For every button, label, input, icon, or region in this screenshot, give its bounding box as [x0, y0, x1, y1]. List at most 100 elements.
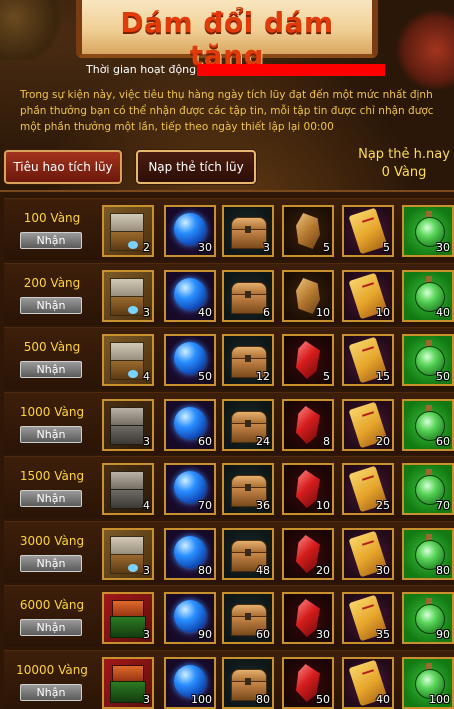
- reward-item-slot[interactable]: 3: [102, 399, 154, 451]
- reward-item-slot[interactable]: 25: [342, 463, 394, 515]
- reward-items: 4 50 12 5 15 50: [102, 334, 454, 386]
- claim-button[interactable]: Nhận: [20, 297, 82, 314]
- claim-button[interactable]: Nhận: [20, 490, 82, 507]
- reward-threshold: 3000 Vàng: [19, 534, 85, 548]
- reward-threshold: 1500 Vàng: [19, 469, 85, 483]
- reward-item-slot[interactable]: 50: [402, 334, 454, 386]
- item-count: 90: [198, 628, 212, 641]
- item-count: 8: [323, 435, 330, 448]
- item-count: 15: [376, 370, 390, 383]
- reward-items: 3 100 80 50 40 100: [102, 657, 454, 709]
- item-count: 10: [316, 306, 330, 319]
- reward-item-slot[interactable]: 40: [164, 270, 216, 322]
- reward-item-slot[interactable]: 40: [402, 270, 454, 322]
- item-count: 4: [143, 370, 150, 383]
- reward-item-slot[interactable]: 100: [402, 657, 454, 709]
- reward-row: 10000 Vàng Nhận 3 100 80 50 40 100: [4, 650, 454, 709]
- reward-item-slot[interactable]: 8: [282, 399, 334, 451]
- item-count: 50: [198, 370, 212, 383]
- claim-button[interactable]: Nhận: [20, 361, 82, 378]
- reward-threshold: 500 Vàng: [23, 340, 81, 354]
- reward-item-slot[interactable]: 48: [222, 528, 274, 580]
- item-count: 40: [198, 306, 212, 319]
- reward-item-slot[interactable]: 10: [282, 463, 334, 515]
- today-recharge-info: Nạp thẻ h.nay 0 Vàng: [352, 146, 454, 182]
- reward-item-slot[interactable]: 4: [102, 463, 154, 515]
- reward-item-slot[interactable]: 24: [222, 399, 274, 451]
- item-count: 5: [383, 241, 390, 254]
- reward-item-slot[interactable]: 30: [164, 205, 216, 257]
- reward-item-slot[interactable]: 10: [342, 270, 394, 322]
- reward-item-slot[interactable]: 90: [402, 592, 454, 644]
- item-count: 48: [256, 564, 270, 577]
- reward-item-slot[interactable]: 50: [282, 657, 334, 709]
- reward-item-slot[interactable]: 20: [282, 528, 334, 580]
- reward-item-slot[interactable]: 5: [282, 205, 334, 257]
- item-count: 20: [316, 564, 330, 577]
- reward-item-slot[interactable]: 80: [164, 528, 216, 580]
- reward-item-slot[interactable]: 36: [222, 463, 274, 515]
- reward-item-slot[interactable]: 5: [342, 205, 394, 257]
- header-right-decoration: [394, 10, 454, 90]
- today-recharge-label: Nạp thẻ h.nay: [358, 147, 450, 162]
- reward-item-slot[interactable]: 60: [222, 592, 274, 644]
- reward-items: 3 60 24 8 20 60: [102, 399, 454, 451]
- item-count: 30: [198, 241, 212, 254]
- reward-item-slot[interactable]: 2: [102, 205, 154, 257]
- item-count: 30: [316, 628, 330, 641]
- item-count: 40: [436, 306, 450, 319]
- reward-item-slot[interactable]: 100: [164, 657, 216, 709]
- claim-button[interactable]: Nhận: [20, 555, 82, 572]
- reward-item-slot[interactable]: 3: [102, 528, 154, 580]
- reward-item-slot[interactable]: 60: [402, 399, 454, 451]
- reward-item-slot[interactable]: 35: [342, 592, 394, 644]
- reward-item-slot[interactable]: 6: [222, 270, 274, 322]
- claim-button[interactable]: Nhận: [20, 426, 82, 443]
- item-count: 100: [429, 693, 450, 706]
- reward-item-slot[interactable]: 60: [164, 399, 216, 451]
- tab-spending[interactable]: Tiêu hao tích lũy: [4, 150, 122, 184]
- reward-item-slot[interactable]: 3: [222, 205, 274, 257]
- tab-recharge[interactable]: Nạp thẻ tích lũy: [136, 150, 256, 184]
- reward-item-slot[interactable]: 5: [282, 334, 334, 386]
- reward-item-slot[interactable]: 30: [342, 528, 394, 580]
- reward-item-slot[interactable]: 70: [402, 463, 454, 515]
- item-count: 50: [316, 693, 330, 706]
- reward-item-slot[interactable]: 40: [342, 657, 394, 709]
- item-count: 60: [198, 435, 212, 448]
- reward-item-slot[interactable]: 80: [402, 528, 454, 580]
- item-count: 90: [436, 628, 450, 641]
- reward-item-slot[interactable]: 30: [282, 592, 334, 644]
- reward-item-slot[interactable]: 10: [282, 270, 334, 322]
- claim-button[interactable]: Nhận: [20, 232, 82, 249]
- reward-item-slot[interactable]: 4: [102, 334, 154, 386]
- event-window: Dám đổi dám tặng Thời gian hoạt động: Tr…: [0, 0, 454, 709]
- reward-item-slot[interactable]: 15: [342, 334, 394, 386]
- reward-threshold: 200 Vàng: [23, 276, 81, 290]
- item-count: 3: [143, 693, 150, 706]
- item-count: 30: [376, 564, 390, 577]
- reward-item-slot[interactable]: 50: [164, 334, 216, 386]
- item-count: 3: [143, 628, 150, 641]
- reward-item-slot[interactable]: 12: [222, 334, 274, 386]
- reward-items: 3 90 60 30 35 90: [102, 592, 454, 644]
- reward-row: 3000 Vàng Nhận 3 80 48 20 30 80: [4, 521, 454, 583]
- reward-item-slot[interactable]: 3: [102, 657, 154, 709]
- reward-item-slot[interactable]: 30: [402, 205, 454, 257]
- reward-item-slot[interactable]: 20: [342, 399, 394, 451]
- reward-threshold: 10000 Vàng: [16, 663, 88, 677]
- item-count: 3: [143, 564, 150, 577]
- reward-item-slot[interactable]: 70: [164, 463, 216, 515]
- reward-list: 100 Vàng Nhận 2 30 3 5 5 30 200 Vàng Nhận 3 40 6 10 10…: [0, 190, 454, 709]
- reward-item-slot[interactable]: 80: [222, 657, 274, 709]
- claim-button[interactable]: Nhận: [20, 619, 82, 636]
- claim-button[interactable]: Nhận: [20, 684, 82, 701]
- reward-item-slot[interactable]: 90: [164, 592, 216, 644]
- item-count: 24: [256, 435, 270, 448]
- reward-threshold: 100 Vàng: [23, 211, 81, 225]
- title-banner: Dám đổi dám tặng: [76, 0, 378, 72]
- reward-row: 200 Vàng Nhận 3 40 6 10 10 40: [4, 263, 454, 325]
- item-count: 60: [256, 628, 270, 641]
- reward-item-slot[interactable]: 3: [102, 592, 154, 644]
- reward-item-slot[interactable]: 3: [102, 270, 154, 322]
